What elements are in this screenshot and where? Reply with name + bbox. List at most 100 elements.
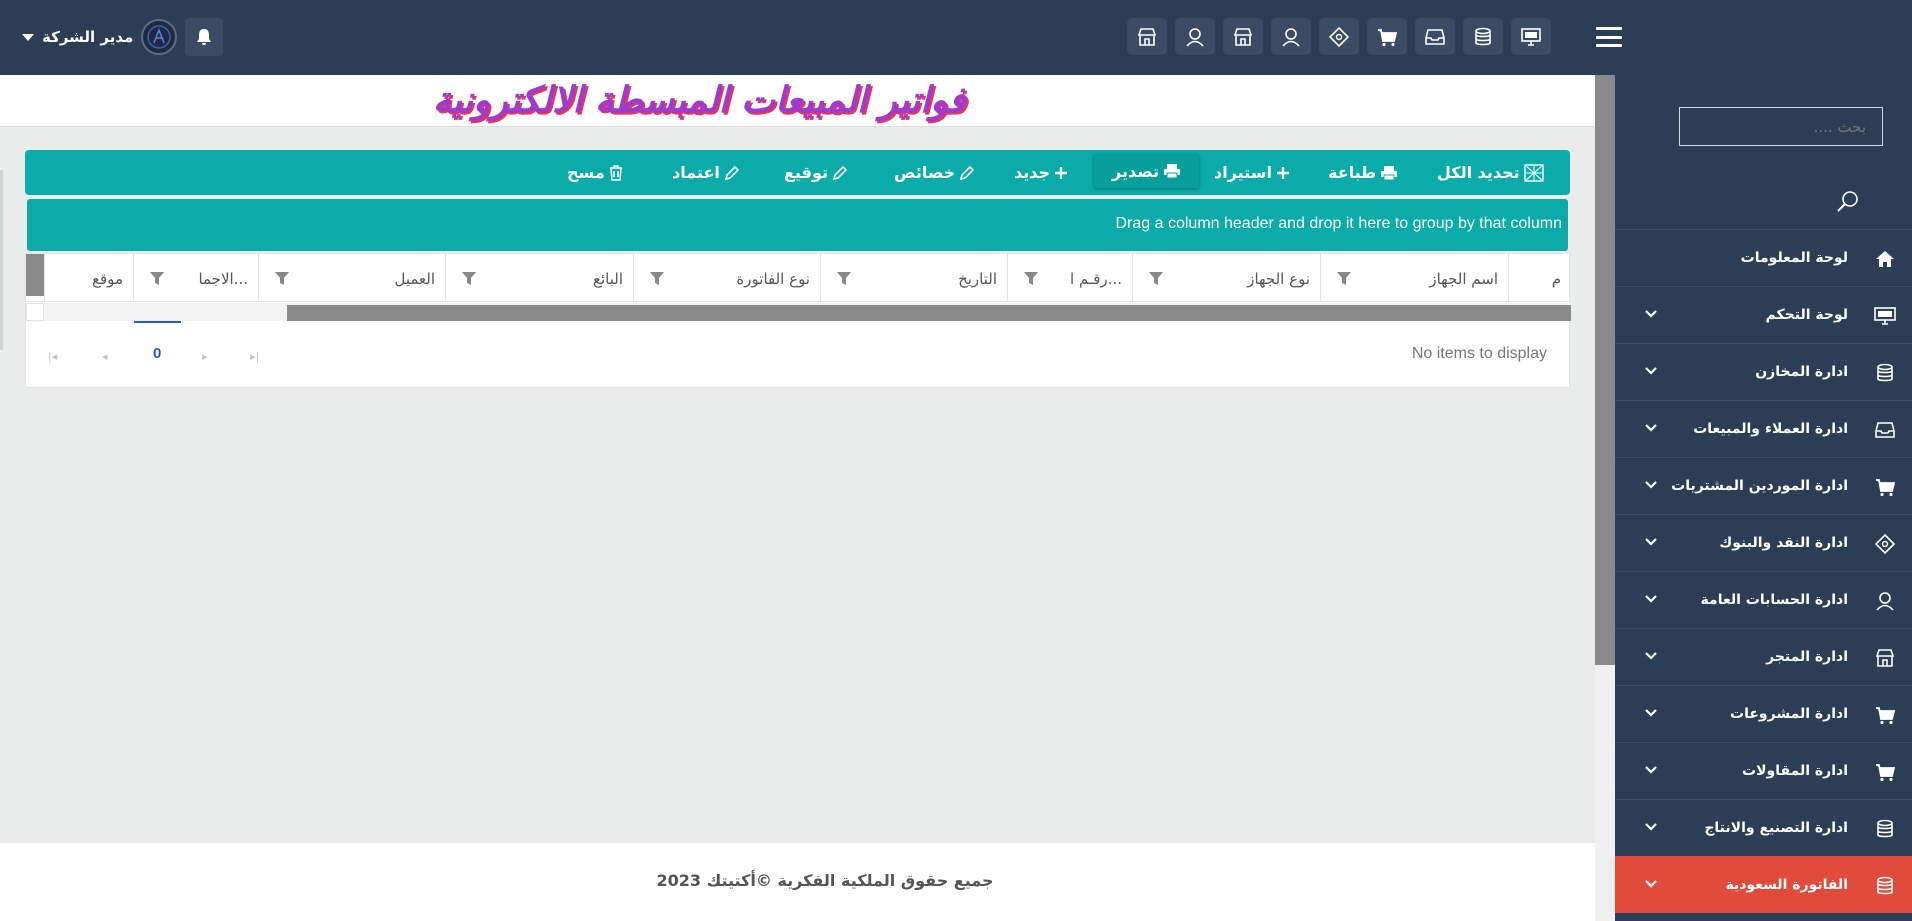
- select-all-button[interactable]: تحديد الكل: [1437, 163, 1544, 182]
- pencil-icon: [832, 165, 848, 180]
- top-bar: مدير الشركة: [0, 0, 1912, 75]
- sidebar-item-dashboard[interactable]: لوحة المعلومات: [1615, 229, 1912, 286]
- new-button[interactable]: جديد: [1014, 163, 1068, 182]
- avatar[interactable]: [141, 19, 178, 55]
- column-header-seller[interactable]: البائع: [445, 254, 633, 301]
- last-page-icon[interactable]: ▸|: [250, 350, 259, 363]
- chevron-down-icon[interactable]: [1645, 765, 1657, 775]
- monitor-icon[interactable]: [1511, 18, 1551, 55]
- group-by-panel[interactable]: Drag a column header and drop it here to…: [27, 199, 1568, 251]
- filter-icon[interactable]: [275, 272, 289, 285]
- store-icon[interactable]: [1223, 18, 1263, 55]
- column-header-location[interactable]: موقع: [44, 254, 133, 301]
- next-page-icon[interactable]: ▸: [202, 350, 208, 363]
- hamburger-menu-icon[interactable]: [1596, 27, 1622, 47]
- sidebar-item-contracting[interactable]: ادارة المقاولات: [1615, 742, 1912, 799]
- cart-icon: [1872, 474, 1898, 500]
- home-icon: [1872, 246, 1898, 272]
- export-button[interactable]: تصدير: [1094, 154, 1199, 188]
- approve-button[interactable]: اعتماد: [672, 163, 740, 182]
- database-icon: [1872, 816, 1898, 842]
- sidebar-item-saudi-invoice[interactable]: الفاتورة السعودية: [1615, 856, 1912, 913]
- grid-header: م اسم الجهاز نوع الجهاز رقـم ا... التاري…: [26, 254, 1571, 302]
- money-icon[interactable]: [1319, 18, 1359, 55]
- search-icon[interactable]: [1835, 189, 1861, 215]
- chevron-down-icon[interactable]: [1645, 879, 1657, 889]
- column-header-index[interactable]: م: [1508, 254, 1571, 301]
- vertical-scrollbar[interactable]: [1595, 75, 1615, 921]
- sign-button[interactable]: توقيع: [784, 163, 848, 182]
- filter-icon[interactable]: [1149, 272, 1163, 285]
- horizontal-scroll-thumb[interactable]: [287, 305, 1571, 321]
- column-header-device-name[interactable]: اسم الجهاز: [1320, 254, 1508, 301]
- filter-icon[interactable]: [462, 272, 476, 285]
- sidebar-item-label: ادارة الموردين المشتريات: [1671, 478, 1848, 494]
- sidebar-item-projects[interactable]: ادارة المشروعات: [1615, 685, 1912, 742]
- page-number[interactable]: 0: [153, 345, 161, 362]
- sidebar-item-label: لوحة التحكم: [1765, 307, 1848, 323]
- cart-icon: [1872, 702, 1898, 728]
- chevron-down-icon[interactable]: [1645, 366, 1657, 376]
- approve-label: اعتماد: [672, 163, 720, 182]
- inbox-icon[interactable]: [1415, 18, 1455, 55]
- first-page-icon[interactable]: |◂: [48, 350, 57, 363]
- chevron-down-icon[interactable]: [1645, 537, 1657, 547]
- vertical-scroll-thumb[interactable]: [1595, 75, 1615, 665]
- filter-icon[interactable]: [1337, 272, 1351, 285]
- chevron-down-icon[interactable]: [1645, 309, 1657, 319]
- caret-down-icon[interactable]: [22, 33, 34, 41]
- column-label: نوع الفاتورة: [736, 270, 810, 288]
- previous-page-icon[interactable]: ◂: [102, 350, 108, 363]
- user-icon: [1872, 588, 1898, 614]
- print-button[interactable]: طباعة: [1328, 163, 1398, 182]
- filter-icon[interactable]: [650, 272, 664, 285]
- sidebar-item-label: ادارة التصنيع والانتاج: [1704, 820, 1848, 836]
- import-button[interactable]: استيراد: [1214, 163, 1290, 182]
- sidebar: لوحة المعلومات لوحة التحكم ادارة المخازن…: [1615, 75, 1912, 921]
- chevron-down-icon[interactable]: [1645, 423, 1657, 433]
- column-header-customer[interactable]: العميل: [258, 254, 445, 301]
- sidebar-item-store[interactable]: ادارة المتجر: [1615, 628, 1912, 685]
- user-name[interactable]: مدير الشركة: [42, 28, 133, 46]
- chevron-down-icon[interactable]: [1645, 594, 1657, 604]
- filter-icon[interactable]: [837, 272, 851, 285]
- chevron-down-icon[interactable]: [1645, 651, 1657, 661]
- pencil-icon: [960, 165, 975, 180]
- properties-button[interactable]: خصائص: [894, 163, 975, 182]
- sidebar-search-input[interactable]: [1679, 107, 1883, 146]
- sidebar-item-general-accounts[interactable]: ادارة الحسابات العامة: [1615, 571, 1912, 628]
- horizontal-scrollbar[interactable]: [26, 303, 1571, 321]
- user-icon[interactable]: [1271, 18, 1311, 55]
- sidebar-item-manufacturing[interactable]: ادارة التصنيع والانتاج: [1615, 799, 1912, 856]
- sidebar-item-control-panel[interactable]: لوحة التحكم: [1615, 286, 1912, 343]
- database-icon[interactable]: [1463, 18, 1503, 55]
- money-icon: [1872, 531, 1898, 557]
- sidebar-menu: لوحة المعلومات لوحة التحكم ادارة المخازن…: [1615, 229, 1912, 913]
- sidebar-item-warehouses[interactable]: ادارة المخازن: [1615, 343, 1912, 400]
- sidebar-item-suppliers-purchases[interactable]: ادارة الموردين المشتريات: [1615, 457, 1912, 514]
- store-icon[interactable]: [1127, 18, 1167, 55]
- column-header-total[interactable]: الاجما...: [133, 254, 258, 301]
- chevron-down-icon[interactable]: [1645, 822, 1657, 832]
- notification-bell-icon[interactable]: [185, 18, 224, 56]
- column-header-date[interactable]: التاريخ: [820, 254, 1007, 301]
- sidebar-item-cash-banks[interactable]: ادارة النقد والبنوك: [1615, 514, 1912, 571]
- trash-icon: [609, 164, 622, 181]
- delete-button[interactable]: مسح: [567, 163, 623, 182]
- chevron-down-icon[interactable]: [1645, 708, 1657, 718]
- column-label: م: [1551, 270, 1561, 288]
- sign-label: توقيع: [784, 163, 828, 182]
- filter-icon[interactable]: [150, 272, 164, 285]
- user-icon[interactable]: [1175, 18, 1215, 55]
- sidebar-item-label: الفاتورة السعودية: [1725, 877, 1848, 893]
- column-header-invoice-number[interactable]: رقـم ا...: [1007, 254, 1132, 301]
- cart-icon[interactable]: [1367, 18, 1407, 55]
- column-header-device-type[interactable]: نوع الجهاز: [1132, 254, 1320, 301]
- sidebar-item-customers-sales[interactable]: ادارة العملاء والمبيعات: [1615, 400, 1912, 457]
- filter-icon[interactable]: [1024, 272, 1038, 285]
- chevron-down-icon[interactable]: [1645, 480, 1657, 490]
- column-resize-handle[interactable]: [26, 254, 44, 296]
- delete-label: مسح: [567, 163, 605, 182]
- current-page-indicator: [134, 321, 181, 323]
- column-header-invoice-type[interactable]: نوع الفاتورة: [633, 254, 820, 301]
